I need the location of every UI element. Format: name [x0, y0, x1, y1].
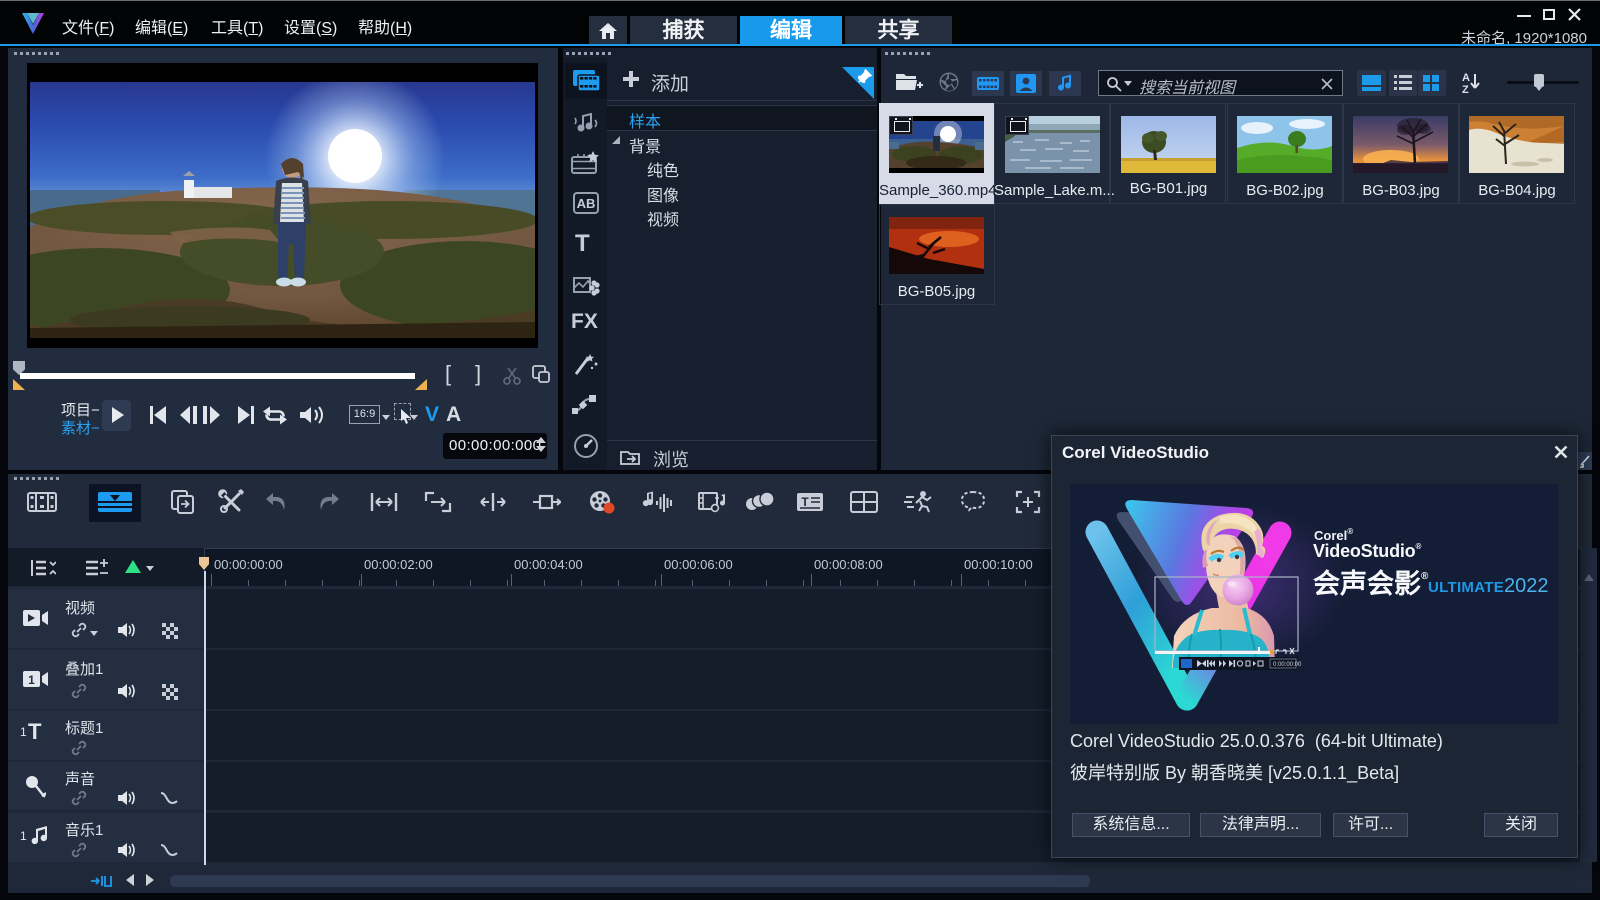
svg-text:Z: Z — [1462, 84, 1469, 96]
svg-text:AB: AB — [577, 196, 596, 211]
svg-text:A: A — [1462, 72, 1470, 84]
svg-text:0:00:00:00: 0:00:00:00 — [1273, 662, 1302, 668]
svg-text:T: T — [801, 495, 809, 509]
svg-text:1: 1 — [28, 673, 35, 687]
